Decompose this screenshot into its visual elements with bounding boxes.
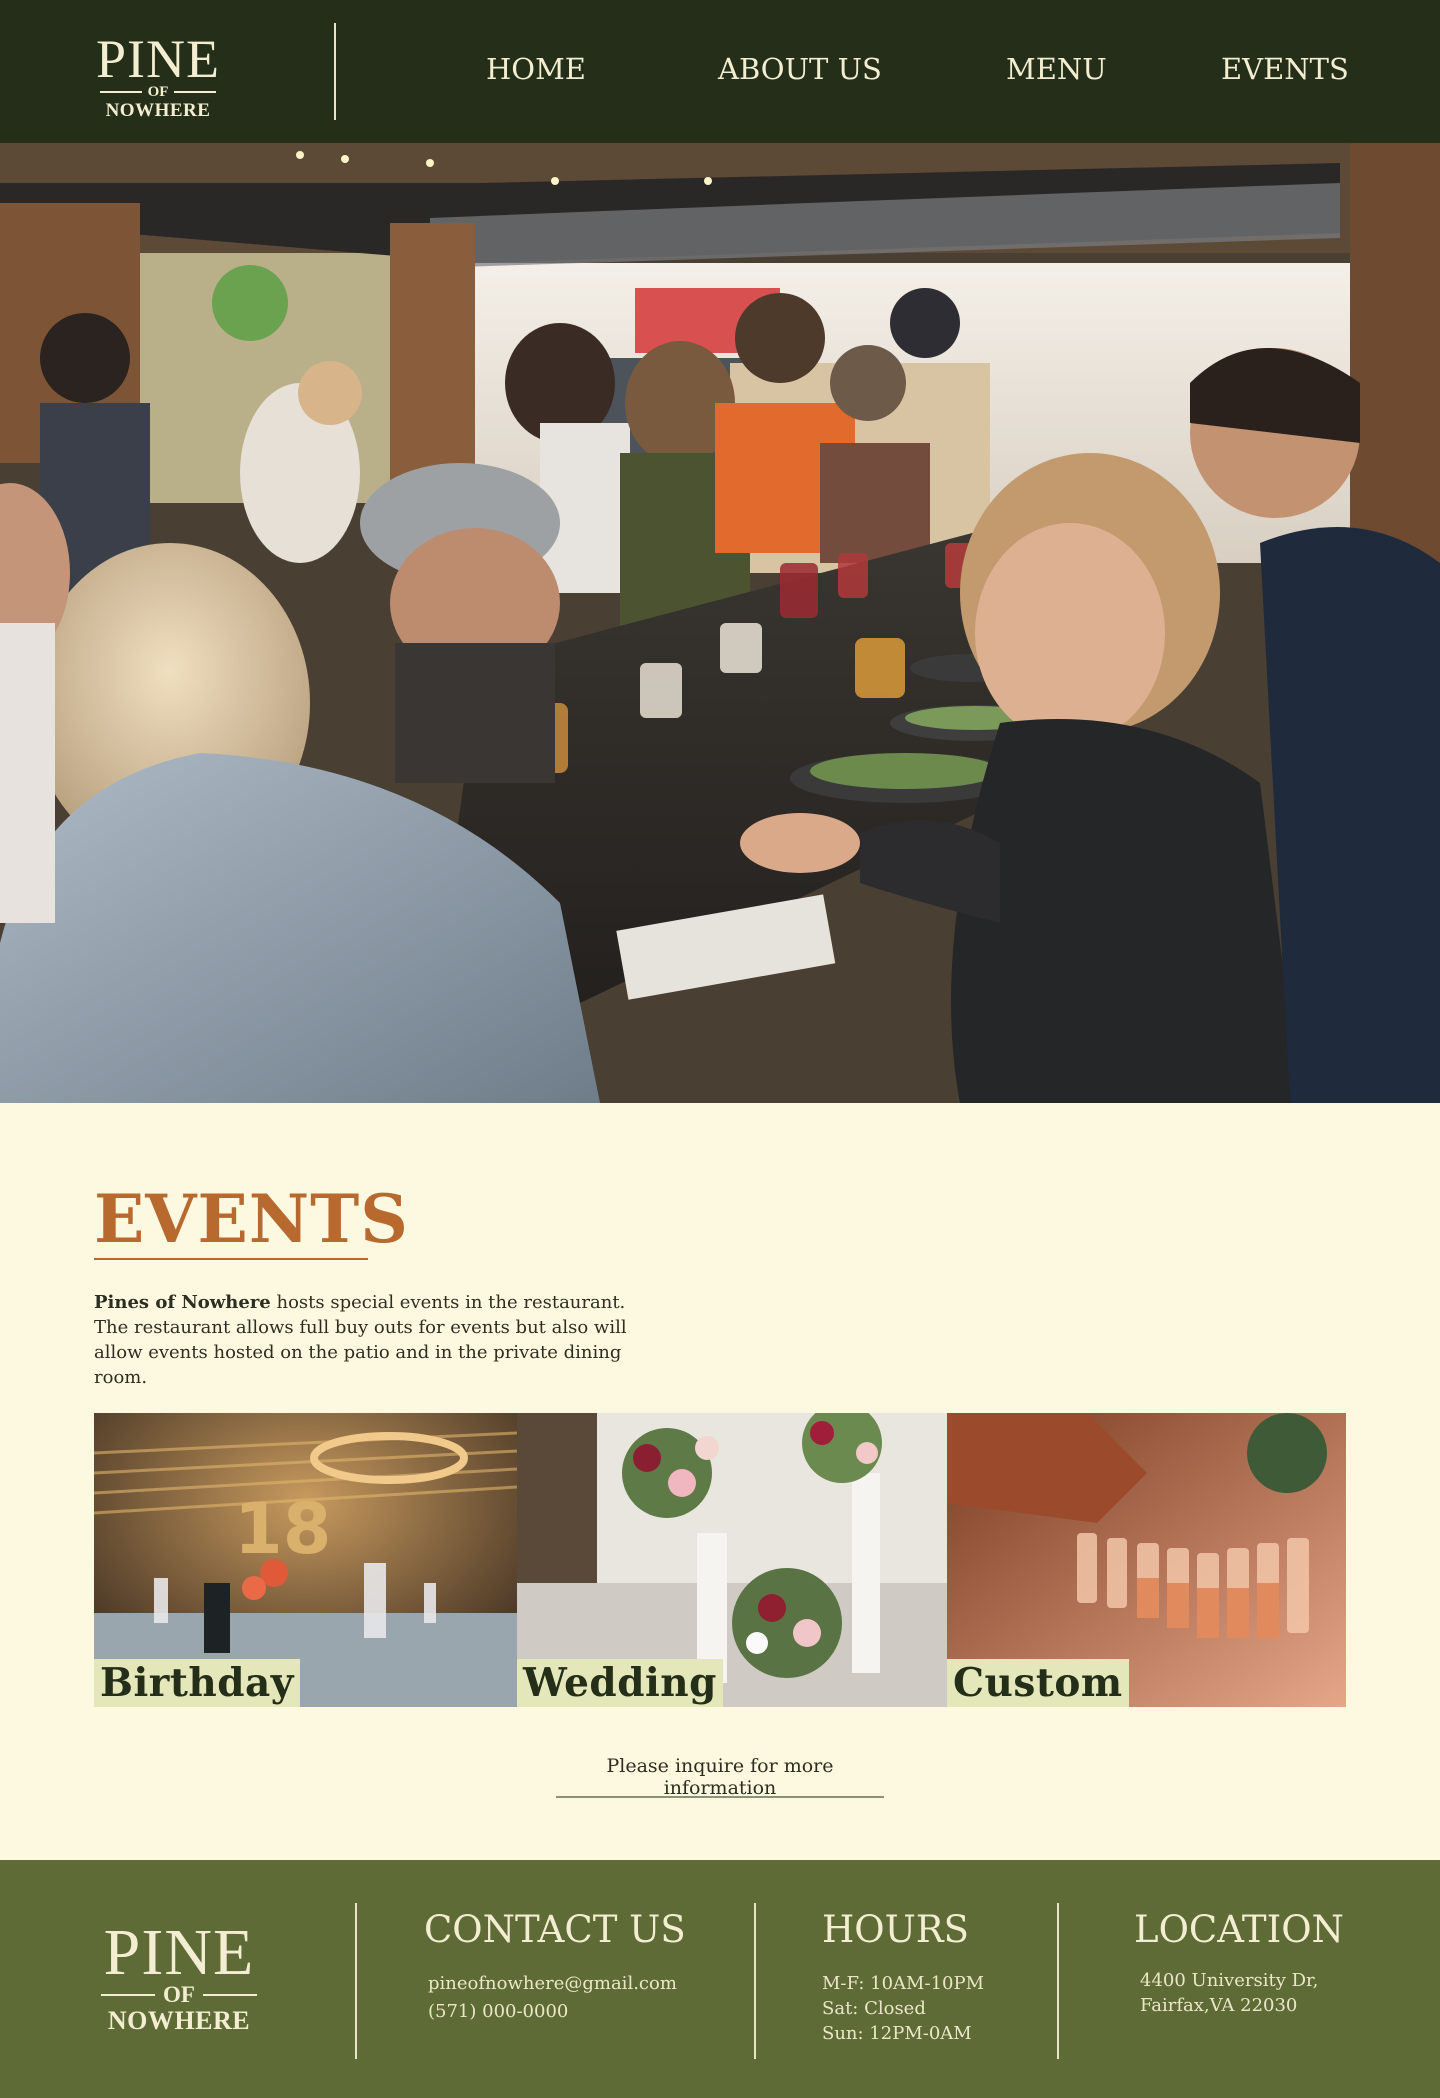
hours-sunday: Sun: 12PM-0AM [822,2023,972,2044]
tile-label-custom: Custom [947,1659,1129,1707]
hero-photo [0,143,1440,1103]
nav-about-us[interactable]: ABOUT US [718,52,882,86]
hours-saturday: Sat: Closed [822,1998,926,2019]
events-description-brand: Pines of Nowhere [94,1292,271,1313]
logo-rule [174,91,216,93]
address-line-1[interactable]: 4400 University Dr, [1140,1968,1318,1993]
hours-heading: HOURS [822,1908,969,1951]
contact-phone[interactable]: (571) 000-0000 [428,1999,568,2024]
logo-word-pine: PINE [103,1916,255,1989]
hours-weekday: M-F: 10AM-10PM [822,1973,985,1994]
hero-image-dinner-party [0,143,1440,1103]
logo-word-of: OF [163,1982,195,2007]
events-heading-underline [94,1258,368,1260]
logo-word-of: OF [147,83,169,100]
inquire-underline [556,1796,884,1798]
svg-text:18: 18 [234,1488,331,1570]
events-description: Pines of Nowhere hosts special events in… [94,1290,654,1390]
logo-rule [202,1994,258,1996]
event-tile-custom[interactable]: Custom [947,1413,1346,1707]
tile-label-wedding: Wedding [517,1659,723,1707]
site-header: PINE OF NOWHERE HOME ABOUT US MENU EVENT… [0,0,1440,143]
inquire-link[interactable]: Please inquire for more information [556,1755,884,1799]
contact-email[interactable]: pineofnowhere@gmail.com [428,1971,677,1996]
logo-word-nowhere: NOWHERE [107,2006,251,2035]
event-tile-wedding[interactable]: Wedding [517,1413,947,1707]
nav-menu[interactable]: MENU [1006,52,1107,86]
nav-events[interactable]: EVENTS [1221,52,1349,86]
location-heading: LOCATION [1134,1908,1344,1951]
logo-rule [100,91,142,93]
footer-divider [754,1903,756,2059]
site-footer: PINE OF NOWHERE CONTACT US pineofnowhere… [0,1860,1440,2098]
header-logo[interactable]: PINE OF NOWHERE [94,32,222,120]
contact-heading: CONTACT US [424,1908,686,1951]
address-line-2[interactable]: Fairfax,VA 22030 [1140,1993,1297,2018]
footer-divider [355,1903,357,2059]
tile-label-birthday: Birthday [94,1659,300,1707]
nav-home[interactable]: HOME [486,52,586,86]
header-divider [334,23,336,120]
logo-rule [101,1994,156,1996]
logo-word-nowhere: NOWHERE [105,100,211,121]
logo-word-pine: PINE [96,29,220,89]
footer-divider [1057,1903,1059,2059]
footer-logo[interactable]: PINE OF NOWHERE [93,1920,265,2034]
event-tile-birthday[interactable]: 18 Birthday [94,1413,517,1707]
events-heading: EVENTS [94,1180,409,1258]
